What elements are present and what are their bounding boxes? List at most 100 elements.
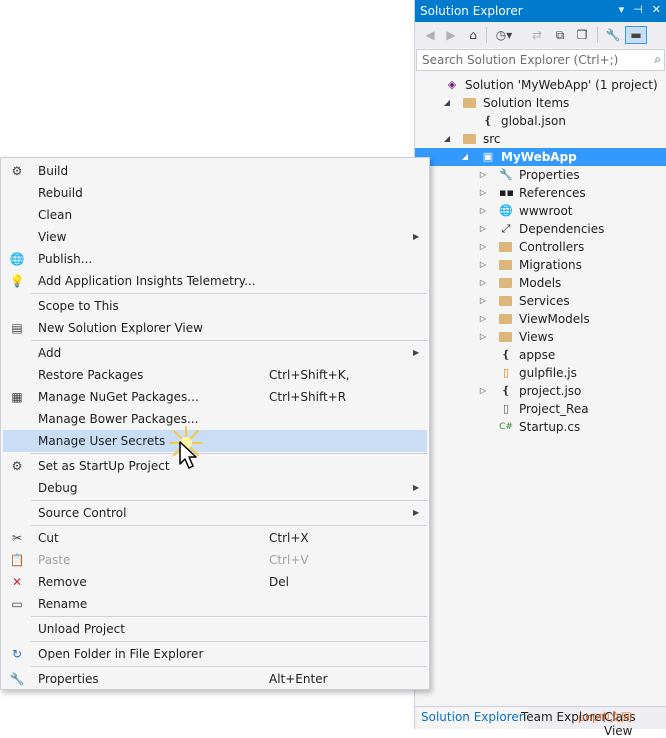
folder-icon xyxy=(463,134,476,144)
pin-icon[interactable]: ⊣ xyxy=(633,3,643,16)
menu-separator xyxy=(31,666,427,667)
js-file-icon: ▯ xyxy=(502,366,510,379)
menu-item-label: Manage NuGet Packages... xyxy=(38,390,199,404)
expand-arrow-icon[interactable]: ▷ xyxy=(478,292,488,310)
wrench-icon: 🔧 xyxy=(499,168,513,181)
menu-item-clean[interactable]: Clean xyxy=(3,204,427,226)
panel-tabs: Solution Explorer Team Explorer Class Vi… xyxy=(415,706,666,738)
tree-item[interactable]: ▷ Models xyxy=(415,274,666,292)
tree-item[interactable]: ▷ ❴ project.jso xyxy=(415,382,666,400)
menu-item-label: Remove xyxy=(38,575,87,589)
menu-item-manage-user-secrets[interactable]: Manage User Secrets xyxy=(3,430,427,452)
expand-arrow-icon[interactable]: ▷ xyxy=(478,310,488,328)
menu-item-properties[interactable]: 🔧 Properties Alt+Enter xyxy=(3,668,427,690)
preview-icon[interactable]: ▬ xyxy=(625,26,647,44)
menu-item-restore-packages[interactable]: Restore Packages Ctrl+Shift+K, Ctrl+Shift… xyxy=(3,364,427,404)
tree-item[interactable]: ◢ ▣ MyWebApp xyxy=(415,148,666,166)
tree-item-label: gulpfile.js xyxy=(519,366,577,380)
menu-item-shortcut: Ctrl+V xyxy=(269,553,309,567)
expand-arrow-icon[interactable]: ▷ xyxy=(478,202,488,220)
tree-item[interactable]: ▷ Services xyxy=(415,292,666,310)
dropdown-icon[interactable]: ▾ xyxy=(619,3,625,16)
menu-separator xyxy=(31,525,427,526)
tree-item[interactable]: C# Startup.cs xyxy=(415,418,666,436)
tree-item-label: wwwroot xyxy=(519,204,573,218)
tree-item[interactable]: ◈ Solution 'MyWebApp' (1 project) xyxy=(415,76,666,94)
tree-item[interactable]: ▷ Controllers xyxy=(415,238,666,256)
tree-item[interactable]: ❴ global.json xyxy=(415,112,666,130)
expand-arrow-icon[interactable]: ▷ xyxy=(478,220,488,238)
menu-item-rename[interactable]: ▭ Rename xyxy=(3,593,427,615)
menu-separator xyxy=(31,616,427,617)
menu-item-rebuild[interactable]: Rebuild xyxy=(3,182,427,204)
menu-item-label: Publish... xyxy=(38,252,93,266)
menu-item-source-control[interactable]: Source Control ▶ xyxy=(3,502,427,524)
menu-item-remove[interactable]: ✕ Remove Del xyxy=(3,571,427,593)
search-icon[interactable]: ⌕ xyxy=(654,52,661,67)
tree-item[interactable]: ◢ Solution Items xyxy=(415,94,666,112)
tree-item[interactable]: ▷ Views xyxy=(415,328,666,346)
menu-item-debug[interactable]: Debug ▶ xyxy=(3,477,427,499)
menu-item-add[interactable]: Add ▶ xyxy=(3,342,427,364)
collapse-arrow-icon[interactable]: ◢ xyxy=(442,130,452,148)
tree-item[interactable]: ▯ Project_Rea xyxy=(415,400,666,418)
expand-arrow-icon[interactable]: ▷ xyxy=(478,166,488,184)
menu-item-label: Unload Project xyxy=(38,622,125,636)
menu-item-label: Open Folder in File Explorer xyxy=(38,647,204,661)
tree-item[interactable]: ❴ appse xyxy=(415,346,666,364)
collapse-icon[interactable]: ⧉ xyxy=(551,26,569,44)
close-icon[interactable]: ✕ xyxy=(652,3,661,16)
menu-item-label: Set as StartUp Project xyxy=(38,459,170,473)
forward-icon[interactable]: ▶ xyxy=(442,26,460,44)
tab-solution-explorer[interactable]: Solution Explorer xyxy=(417,707,528,729)
rename-icon: ▭ xyxy=(11,597,23,611)
menu-item-label: Paste xyxy=(38,553,71,567)
home-icon[interactable]: ⌂ xyxy=(464,26,482,44)
tree-item[interactable]: ▷ Migrations xyxy=(415,256,666,274)
expand-arrow-icon[interactable]: ▷ xyxy=(478,328,488,346)
tree-item[interactable]: ▷ 🌐 wwwroot xyxy=(415,202,666,220)
folder-icon xyxy=(499,242,512,252)
menu-item-view[interactable]: View ▶ xyxy=(3,226,427,248)
tree-item[interactable]: ▷ ▪▪ References xyxy=(415,184,666,202)
menu-item-cut[interactable]: ✂ Cut Ctrl+X xyxy=(3,527,427,549)
menu-item-build[interactable]: ⚙ Build xyxy=(3,160,427,182)
properties-icon[interactable]: 🔧 xyxy=(604,26,622,44)
tree-item[interactable]: ▯ gulpfile.js xyxy=(415,364,666,382)
menu-item-label: Cut xyxy=(38,531,59,545)
folder-icon xyxy=(499,278,512,288)
history-icon[interactable]: ◷▾ xyxy=(495,26,513,44)
mouse-cursor-icon xyxy=(179,441,197,469)
menu-item-manage-nuget-packages[interactable]: ▦ Manage NuGet Packages... xyxy=(3,386,427,408)
expand-arrow-icon[interactable]: ▷ xyxy=(478,184,488,202)
solution-explorer-toolbar: ◀ ▶ ⌂ ◷▾ ⇄ ⧉ ❐ 🔧 ▬ xyxy=(415,22,666,48)
tree-item-label: appse xyxy=(519,348,556,362)
expand-arrow-icon[interactable]: ▷ xyxy=(478,238,488,256)
expand-arrow-icon[interactable]: ▷ xyxy=(478,256,488,274)
search-input[interactable]: Search Solution Explorer (Ctrl+;) ⌕ xyxy=(416,49,665,71)
expand-arrow-icon[interactable]: ▷ xyxy=(478,274,488,292)
tree-item-label: global.json xyxy=(501,114,566,128)
menu-item-unload-project[interactable]: Unload Project xyxy=(3,618,427,640)
menu-item-add-application-insights-telemetry[interactable]: 💡 Add Application Insights Telemetry... xyxy=(3,270,427,292)
menu-item-scope-to-this[interactable]: Scope to This xyxy=(3,295,427,317)
collapse-arrow-icon[interactable]: ◢ xyxy=(442,94,452,112)
tree-item-label: MyWebApp xyxy=(501,150,577,164)
menu-item-new-solution-explorer-view[interactable]: ▤ New Solution Explorer View xyxy=(3,317,427,339)
menu-item-set-as-startup-project[interactable]: ⚙ Set as StartUp Project xyxy=(3,455,427,477)
tree-item[interactable]: ▷ 🔧 Properties xyxy=(415,166,666,184)
tree-item-label: References xyxy=(519,186,586,200)
tree-item[interactable]: ◢ src xyxy=(415,130,666,148)
menu-item-manage-bower-packages[interactable]: Manage Bower Packages... xyxy=(3,408,427,430)
tree-item[interactable]: ▷ ViewModels xyxy=(415,310,666,328)
back-icon[interactable]: ◀ xyxy=(421,26,439,44)
menu-item-open-folder-in-file-explorer[interactable]: ↻ Open Folder in File Explorer xyxy=(3,643,427,665)
sync-icon[interactable]: ⇄ xyxy=(528,26,546,44)
tree-item[interactable]: ▷ ⤢ Dependencies xyxy=(415,220,666,238)
expand-arrow-icon[interactable]: ▷ xyxy=(478,382,488,400)
menu-item-label: Debug xyxy=(38,481,78,495)
show-all-icon[interactable]: ❐ xyxy=(573,26,591,44)
menu-item-publish[interactable]: 🌐 Publish... xyxy=(3,248,427,270)
collapse-arrow-icon[interactable]: ◢ xyxy=(460,148,470,166)
paste-icon: 📋 xyxy=(9,553,25,567)
